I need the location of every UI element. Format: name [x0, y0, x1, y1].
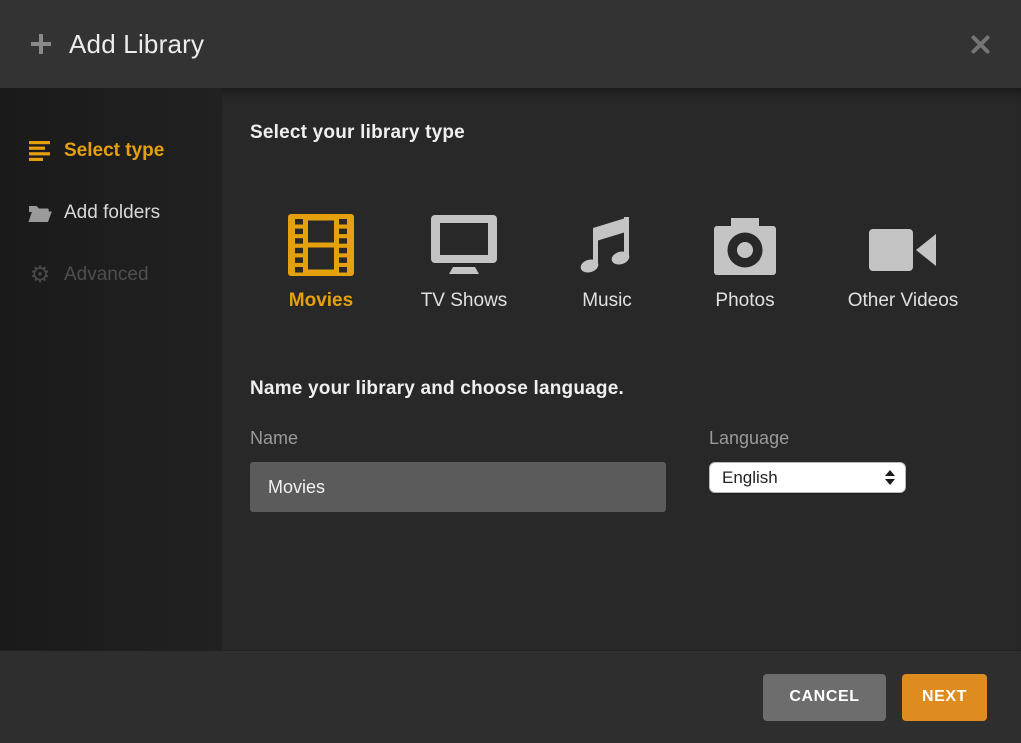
sidebar-item-label: Select type — [64, 140, 164, 162]
library-type-label: Music — [582, 290, 632, 312]
plus-icon — [30, 33, 52, 55]
library-type-music[interactable]: Music — [562, 210, 652, 312]
library-type-heading: Select your library type — [250, 122, 1021, 144]
language-select[interactable]: English — [709, 462, 906, 493]
sidebar-item-label: Advanced — [64, 264, 149, 286]
language-label: Language — [709, 428, 906, 449]
wizard-steps-sidebar: Select type Add folders ⚙ Advanced — [0, 88, 222, 650]
library-type-label: Other Videos — [848, 290, 959, 312]
library-type-row: Movies TV Shows Music — [276, 210, 1021, 312]
sidebar-item-add-folders[interactable]: Add folders — [0, 182, 222, 244]
sidebar-item-select-type[interactable]: Select type — [0, 120, 222, 182]
sidebar-item-advanced: ⚙ Advanced — [0, 244, 222, 306]
library-type-label: Photos — [715, 290, 774, 312]
tv-icon — [430, 210, 498, 276]
dialog-footer: CANCEL NEXT — [0, 650, 1021, 743]
library-type-label: TV Shows — [421, 290, 508, 312]
library-type-photos[interactable]: Photos — [700, 210, 790, 312]
library-type-other-videos[interactable]: Other Videos — [838, 210, 968, 312]
film-strip-icon — [288, 210, 354, 276]
library-type-label: Movies — [289, 290, 353, 312]
name-label: Name — [250, 428, 666, 449]
close-icon[interactable] — [970, 34, 991, 55]
music-note-icon — [577, 210, 637, 276]
language-selected-value: English — [722, 468, 885, 488]
camera-icon — [713, 210, 777, 276]
main-panel: Select your library type Movies TV Shows — [222, 88, 1021, 650]
dialog-title: Add Library — [69, 29, 204, 60]
add-library-dialog: Add Library Select type Add folders ⚙ — [0, 0, 1021, 743]
library-name-input[interactable] — [250, 462, 666, 512]
library-type-tv-shows[interactable]: TV Shows — [414, 210, 514, 312]
name-language-form: Name Language English — [250, 428, 1021, 512]
cancel-button[interactable]: CANCEL — [763, 674, 886, 721]
name-language-heading: Name your library and choose language. — [250, 378, 1021, 400]
video-camera-icon — [869, 210, 937, 276]
library-type-movies[interactable]: Movies — [276, 210, 366, 312]
select-spinner-icon — [885, 470, 895, 485]
dialog-header: Add Library — [0, 0, 1021, 88]
next-button[interactable]: NEXT — [902, 674, 987, 721]
open-folder-icon — [28, 204, 52, 223]
list-lines-icon — [28, 141, 52, 161]
gear-icon: ⚙ — [28, 264, 52, 287]
sidebar-item-label: Add folders — [64, 202, 160, 224]
dialog-body: Select type Add folders ⚙ Advanced Selec… — [0, 88, 1021, 650]
